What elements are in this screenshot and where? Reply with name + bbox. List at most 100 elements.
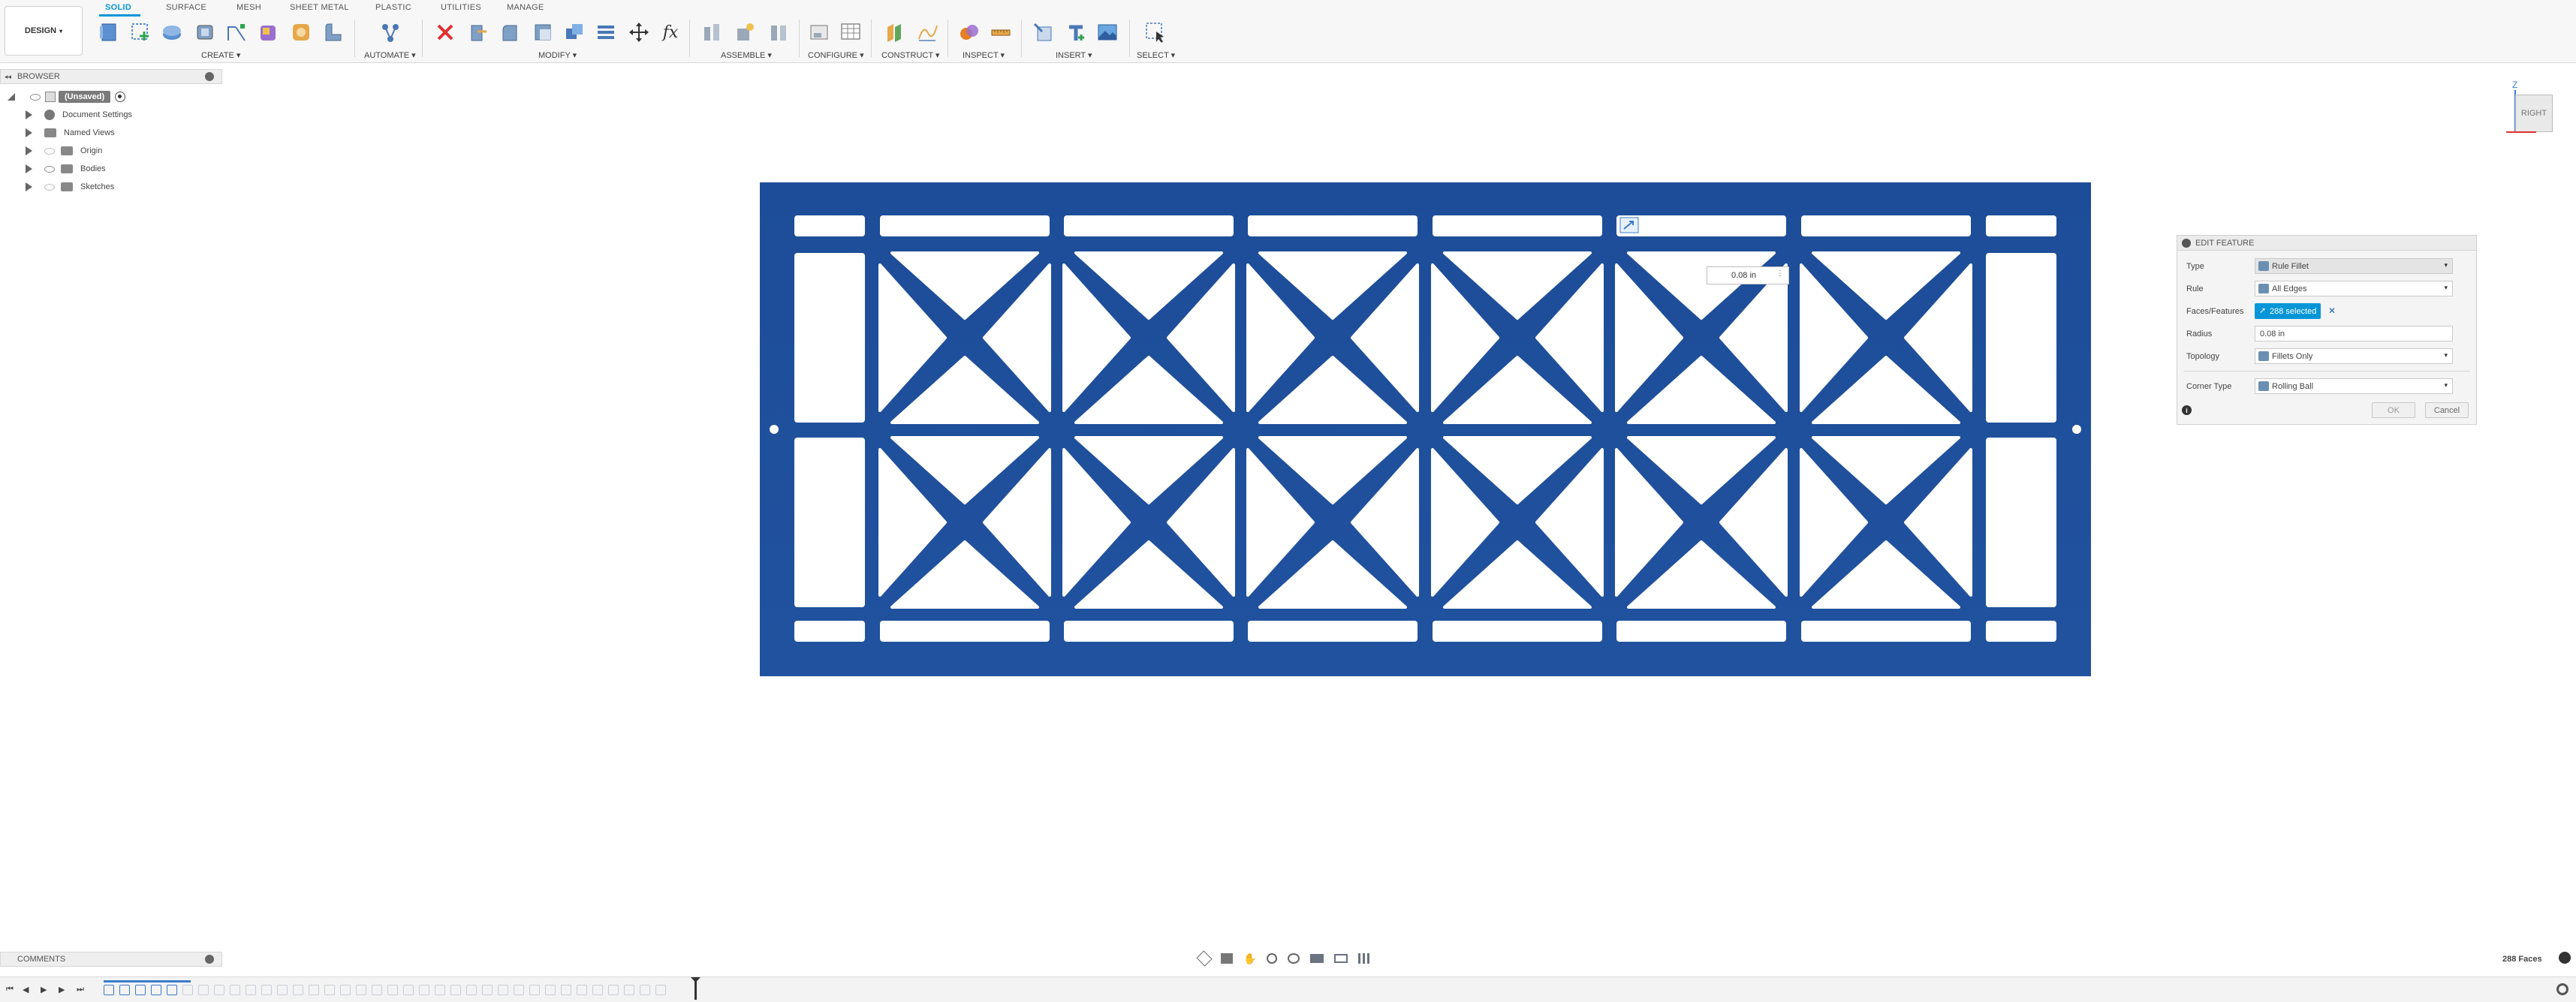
shell-icon[interactable] [530, 20, 556, 45]
construct-menu[interactable]: CONSTRUCT ▾ [881, 50, 939, 60]
play-icon[interactable]: ▶ [41, 985, 47, 994]
pan-hand-icon[interactable]: ✋ [1243, 952, 1256, 965]
timeline-feature-icon[interactable] [182, 985, 193, 995]
timeline-feature-icon[interactable] [482, 985, 493, 995]
faces-selection-button[interactable]: ➚ 288 selected [2255, 303, 2321, 319]
timeline-feature-icon[interactable] [356, 985, 366, 995]
insert-derive-icon[interactable] [1030, 20, 1056, 45]
axis-through-path-icon[interactable] [914, 20, 940, 45]
insert-menu[interactable]: INSERT ▾ [1056, 50, 1092, 60]
look-at-icon[interactable] [1221, 953, 1233, 964]
timeline-feature-icon[interactable] [119, 985, 130, 995]
step-back-icon[interactable]: ◀ [23, 985, 29, 994]
browser-root-row[interactable]: (Unsaved) [8, 89, 126, 104]
timeline-feature-icon[interactable] [640, 985, 650, 995]
corner-type-dropdown[interactable]: Rolling Ball ▾ [2255, 378, 2453, 394]
timeline-feature-icon[interactable] [466, 985, 477, 995]
joint-icon[interactable] [700, 20, 725, 45]
tab-utilities[interactable]: UTILITIES [441, 3, 481, 12]
configure-table-icon[interactable] [806, 20, 832, 45]
timeline-feature-icon[interactable] [151, 985, 161, 995]
timeline-feature-icon[interactable] [167, 985, 177, 995]
expand-triangle-icon[interactable] [26, 182, 32, 191]
insert-mesh-icon[interactable] [1063, 20, 1089, 45]
move-icon[interactable] [626, 20, 652, 45]
cancel-button[interactable]: Cancel [2425, 402, 2469, 418]
timeline-feature-icon[interactable] [261, 985, 272, 995]
expand-triangle-icon[interactable] [26, 146, 32, 155]
activate-radio-icon[interactable] [115, 92, 126, 102]
timeline-feature-icon[interactable] [293, 985, 303, 995]
timeline-feature-icon[interactable] [104, 985, 114, 995]
select-window-icon[interactable] [1143, 20, 1168, 45]
viewcube[interactable]: Z RIGHT [2505, 75, 2557, 138]
timeline-feature-icon[interactable] [435, 985, 445, 995]
tab-solid[interactable]: SOLID [105, 3, 131, 12]
loft-icon[interactable] [255, 20, 281, 45]
create-menu[interactable]: CREATE ▾ [201, 50, 240, 60]
display-settings-icon[interactable] [1310, 954, 1324, 963]
timeline-feature-icon[interactable] [498, 985, 508, 995]
pin-icon[interactable] [205, 72, 214, 81]
timeline-feature-icon[interactable] [135, 985, 146, 995]
radius-input[interactable]: 0.08 in [2255, 326, 2453, 342]
press-pull-icon[interactable] [465, 20, 491, 45]
tree-item-bodies[interactable]: Bodies [26, 161, 106, 176]
tree-item-named-views[interactable]: Named Views [26, 125, 115, 140]
inspect-menu[interactable]: INSPECT ▾ [963, 50, 1005, 60]
measure-icon[interactable] [988, 20, 1014, 45]
dialog-header[interactable]: EDIT FEATURE [2177, 236, 2476, 251]
split-body-icon[interactable] [593, 20, 619, 45]
fillet-icon[interactable] [497, 20, 523, 45]
timeline-settings-gear-icon[interactable] [2556, 983, 2568, 995]
timeline-feature-icon[interactable] [561, 985, 571, 995]
form-icon[interactable] [288, 20, 314, 45]
timeline-feature-icon[interactable] [624, 985, 634, 995]
model-body[interactable] [760, 182, 2091, 676]
delete-icon[interactable] [432, 20, 458, 45]
topology-dropdown[interactable]: Fillets Only ▾ [2255, 348, 2453, 364]
fillet-manipulator-icon[interactable] [1619, 217, 1639, 233]
add-comment-icon[interactable] [205, 955, 214, 964]
tree-item-origin[interactable]: Origin [26, 143, 102, 158]
timeline-feature-icon[interactable] [340, 985, 351, 995]
timeline-feature-icon[interactable] [198, 985, 209, 995]
visibility-eye-icon[interactable] [44, 147, 55, 155]
configuration-icon[interactable] [838, 20, 863, 45]
parameters-fx-icon[interactable]: fx [658, 20, 683, 45]
extrude-icon[interactable] [159, 20, 185, 45]
automate-icon[interactable] [378, 20, 403, 45]
assemble-menu[interactable]: ASSEMBLE ▾ [721, 50, 772, 60]
offset-plane-icon[interactable] [881, 20, 907, 45]
tree-item-sketches[interactable]: Sketches [26, 179, 114, 194]
tab-mesh[interactable]: MESH [237, 3, 261, 12]
feedback-chat-icon[interactable] [2559, 952, 2571, 964]
canvas-image-icon[interactable] [1095, 20, 1120, 45]
fit-icon[interactable] [1288, 953, 1300, 964]
revolve-icon[interactable] [192, 20, 218, 45]
panel-grille-body[interactable] [760, 182, 2091, 676]
timeline-feature-icon[interactable] [419, 985, 429, 995]
tab-surface[interactable]: SURFACE [166, 3, 206, 12]
timeline-feature-icon[interactable] [450, 985, 461, 995]
timeline-feature-icon[interactable] [387, 985, 398, 995]
tab-sheet-metal[interactable]: SHEET METAL [290, 3, 349, 12]
clear-selection-icon[interactable]: ✕ [2328, 305, 2336, 316]
orbit-icon[interactable] [1196, 950, 1213, 967]
collapse-dialog-icon[interactable] [2182, 239, 2191, 248]
timeline-feature-icon[interactable] [214, 985, 224, 995]
go-to-end-icon[interactable]: ⏭ [77, 985, 84, 994]
more-options-icon[interactable]: ⋮ [1776, 269, 1784, 278]
create-sketch-icon[interactable] [128, 20, 153, 45]
timeline-feature-icon[interactable] [529, 985, 540, 995]
collapse-panel-icon[interactable]: ◂◂ [5, 73, 11, 81]
modify-menu[interactable]: MODIFY ▾ [538, 50, 577, 60]
viewports-icon[interactable] [1358, 953, 1372, 964]
configure-menu[interactable]: CONFIGURE ▾ [808, 50, 864, 60]
viewcube-face-right[interactable]: RIGHT [2515, 95, 2553, 132]
timeline-feature-icon[interactable] [230, 985, 240, 995]
timeline-feature-icon[interactable] [246, 985, 256, 995]
type-dropdown[interactable]: Rule Fillet ▾ [2255, 258, 2453, 274]
as-built-joint-icon[interactable] [733, 20, 758, 45]
visibility-eye-icon[interactable] [44, 165, 55, 173]
